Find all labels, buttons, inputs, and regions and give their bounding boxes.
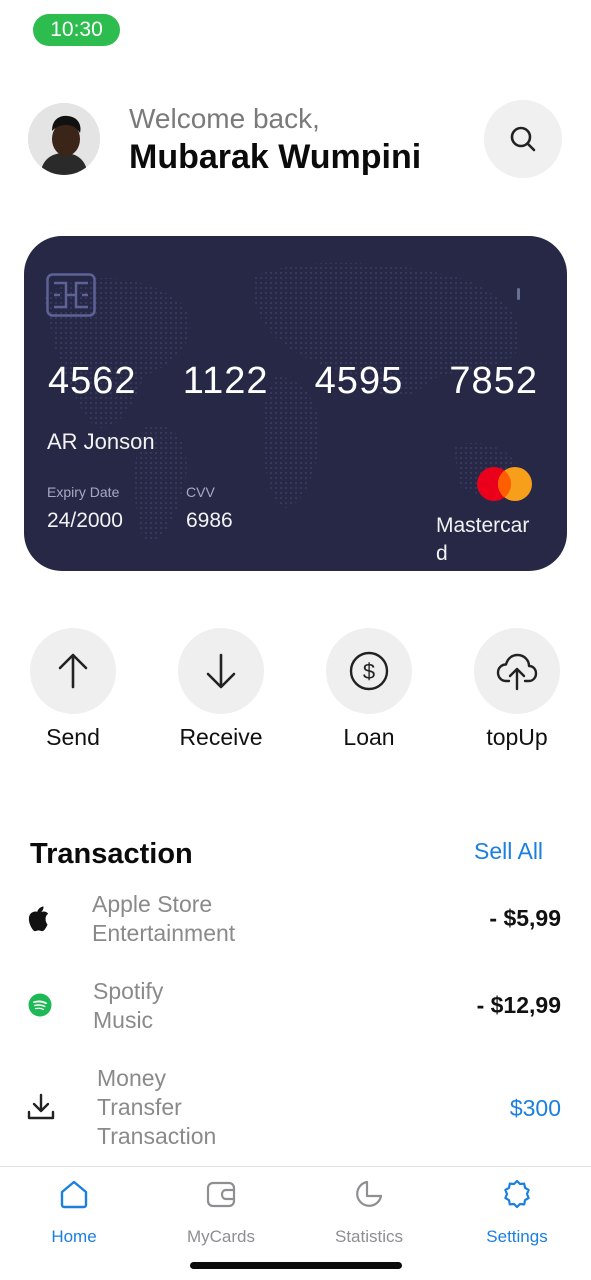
mastercard-logo-icon bbox=[477, 467, 532, 501]
user-name: Mubarak Wumpini bbox=[129, 138, 422, 176]
search-button[interactable] bbox=[484, 100, 562, 178]
transaction-name-line: Apple Store bbox=[92, 891, 213, 917]
quick-actions: Send Receive $ Loan topUp bbox=[0, 628, 591, 758]
arrow-up-icon bbox=[58, 653, 88, 689]
transaction-amount: $300 bbox=[509, 1095, 561, 1121]
download-icon bbox=[27, 1093, 55, 1120]
transaction-name-line: Spotify bbox=[93, 978, 164, 1004]
loan-button[interactable]: $ Loan bbox=[309, 628, 429, 751]
welcome-text: Welcome back, bbox=[129, 103, 320, 134]
card-brand: Mastercard bbox=[436, 514, 530, 565]
card-number-group: 7852 bbox=[449, 360, 538, 402]
cvv-value: 6986 bbox=[186, 509, 233, 532]
home-icon-wrap bbox=[14, 1177, 134, 1211]
tab-statistics[interactable]: Statistics bbox=[309, 1177, 429, 1247]
card-number: 4562 1122 4595 7852 bbox=[48, 360, 538, 403]
expiry-label: Expiry Date bbox=[47, 484, 120, 500]
apple-icon bbox=[28, 906, 49, 932]
card-holder-name: AR Jonson bbox=[47, 429, 155, 454]
tab-statistics-label: Statistics bbox=[334, 1227, 404, 1246]
gear-icon bbox=[504, 1179, 530, 1209]
card-number-group: 4562 bbox=[48, 360, 137, 402]
transaction-name-line: Music bbox=[93, 1007, 154, 1033]
send-label: Send bbox=[46, 724, 100, 750]
send-button[interactable]: Send bbox=[13, 628, 133, 751]
receive-button[interactable]: Receive bbox=[161, 628, 281, 751]
avatar[interactable] bbox=[28, 103, 100, 175]
card-number-group: 4595 bbox=[314, 360, 404, 402]
transaction-name-line: Transfer bbox=[97, 1094, 182, 1120]
status-time: 10:30 bbox=[33, 14, 120, 46]
home-indicator bbox=[190, 1262, 402, 1269]
cvv-label: CVV bbox=[186, 484, 215, 500]
home-icon bbox=[60, 1180, 88, 1209]
transaction-name-line: Transaction bbox=[97, 1123, 217, 1149]
tab-home-label: Home bbox=[51, 1227, 97, 1246]
receive-circle bbox=[178, 628, 264, 714]
tab-mycards-label: MyCards bbox=[186, 1227, 255, 1246]
transaction-row[interactable]: Money Transfer Transaction $300 bbox=[0, 1062, 591, 1154]
spotify-icon bbox=[28, 993, 52, 1017]
tab-settings-label: Settings bbox=[486, 1227, 548, 1246]
transactions-title: Transaction bbox=[30, 838, 193, 870]
tab-home[interactable]: Home bbox=[14, 1177, 134, 1247]
topup-circle bbox=[474, 628, 560, 714]
transaction-amount: - $5,99 bbox=[489, 905, 561, 931]
cloud-upload-icon bbox=[496, 653, 538, 691]
tab-mycards[interactable]: MyCards bbox=[161, 1177, 281, 1247]
transaction-name: Spotify Music bbox=[93, 977, 163, 1035]
arrow-down-icon bbox=[206, 653, 236, 689]
expiry-value: 24/2000 bbox=[47, 509, 123, 532]
gear-icon-wrap bbox=[457, 1177, 577, 1211]
topup-button[interactable]: topUp bbox=[457, 628, 577, 751]
loan-circle: $ bbox=[326, 628, 412, 714]
user-avatar-icon bbox=[28, 103, 100, 175]
transaction-name: Money Transfer Transaction bbox=[97, 1064, 216, 1151]
transaction-name: Apple Store Entertainment bbox=[92, 890, 235, 948]
transaction-name-line: Money bbox=[97, 1065, 167, 1091]
wallet-icon-wrap bbox=[161, 1177, 281, 1211]
search-icon bbox=[510, 126, 536, 152]
transaction-row[interactable]: Spotify Music - $12,99 bbox=[0, 975, 591, 1039]
loan-label: Loan bbox=[343, 724, 395, 750]
card-indicator bbox=[517, 288, 520, 300]
tab-settings[interactable]: Settings bbox=[457, 1177, 577, 1247]
topup-label: topUp bbox=[486, 724, 548, 750]
transaction-row[interactable]: Apple Store Entertainment - $5,99 bbox=[0, 888, 591, 952]
transaction-amount: - $12,99 bbox=[476, 992, 561, 1018]
credit-card[interactable]: 4562 1122 4595 7852 AR Jonson Expiry Dat… bbox=[24, 236, 567, 571]
send-circle bbox=[30, 628, 116, 714]
svg-text:$: $ bbox=[363, 659, 375, 684]
wallet-icon bbox=[206, 1181, 236, 1208]
receive-label: Receive bbox=[179, 724, 263, 750]
pie-chart-icon bbox=[356, 1180, 383, 1207]
pie-chart-icon-wrap bbox=[309, 1177, 429, 1211]
card-chip-icon bbox=[46, 273, 96, 317]
see-all-link[interactable]: Sell All bbox=[474, 838, 543, 865]
card-number-group: 1122 bbox=[182, 360, 269, 402]
dollar-circle-icon: $ bbox=[349, 651, 389, 691]
transaction-name-line: Entertainment bbox=[92, 920, 236, 946]
